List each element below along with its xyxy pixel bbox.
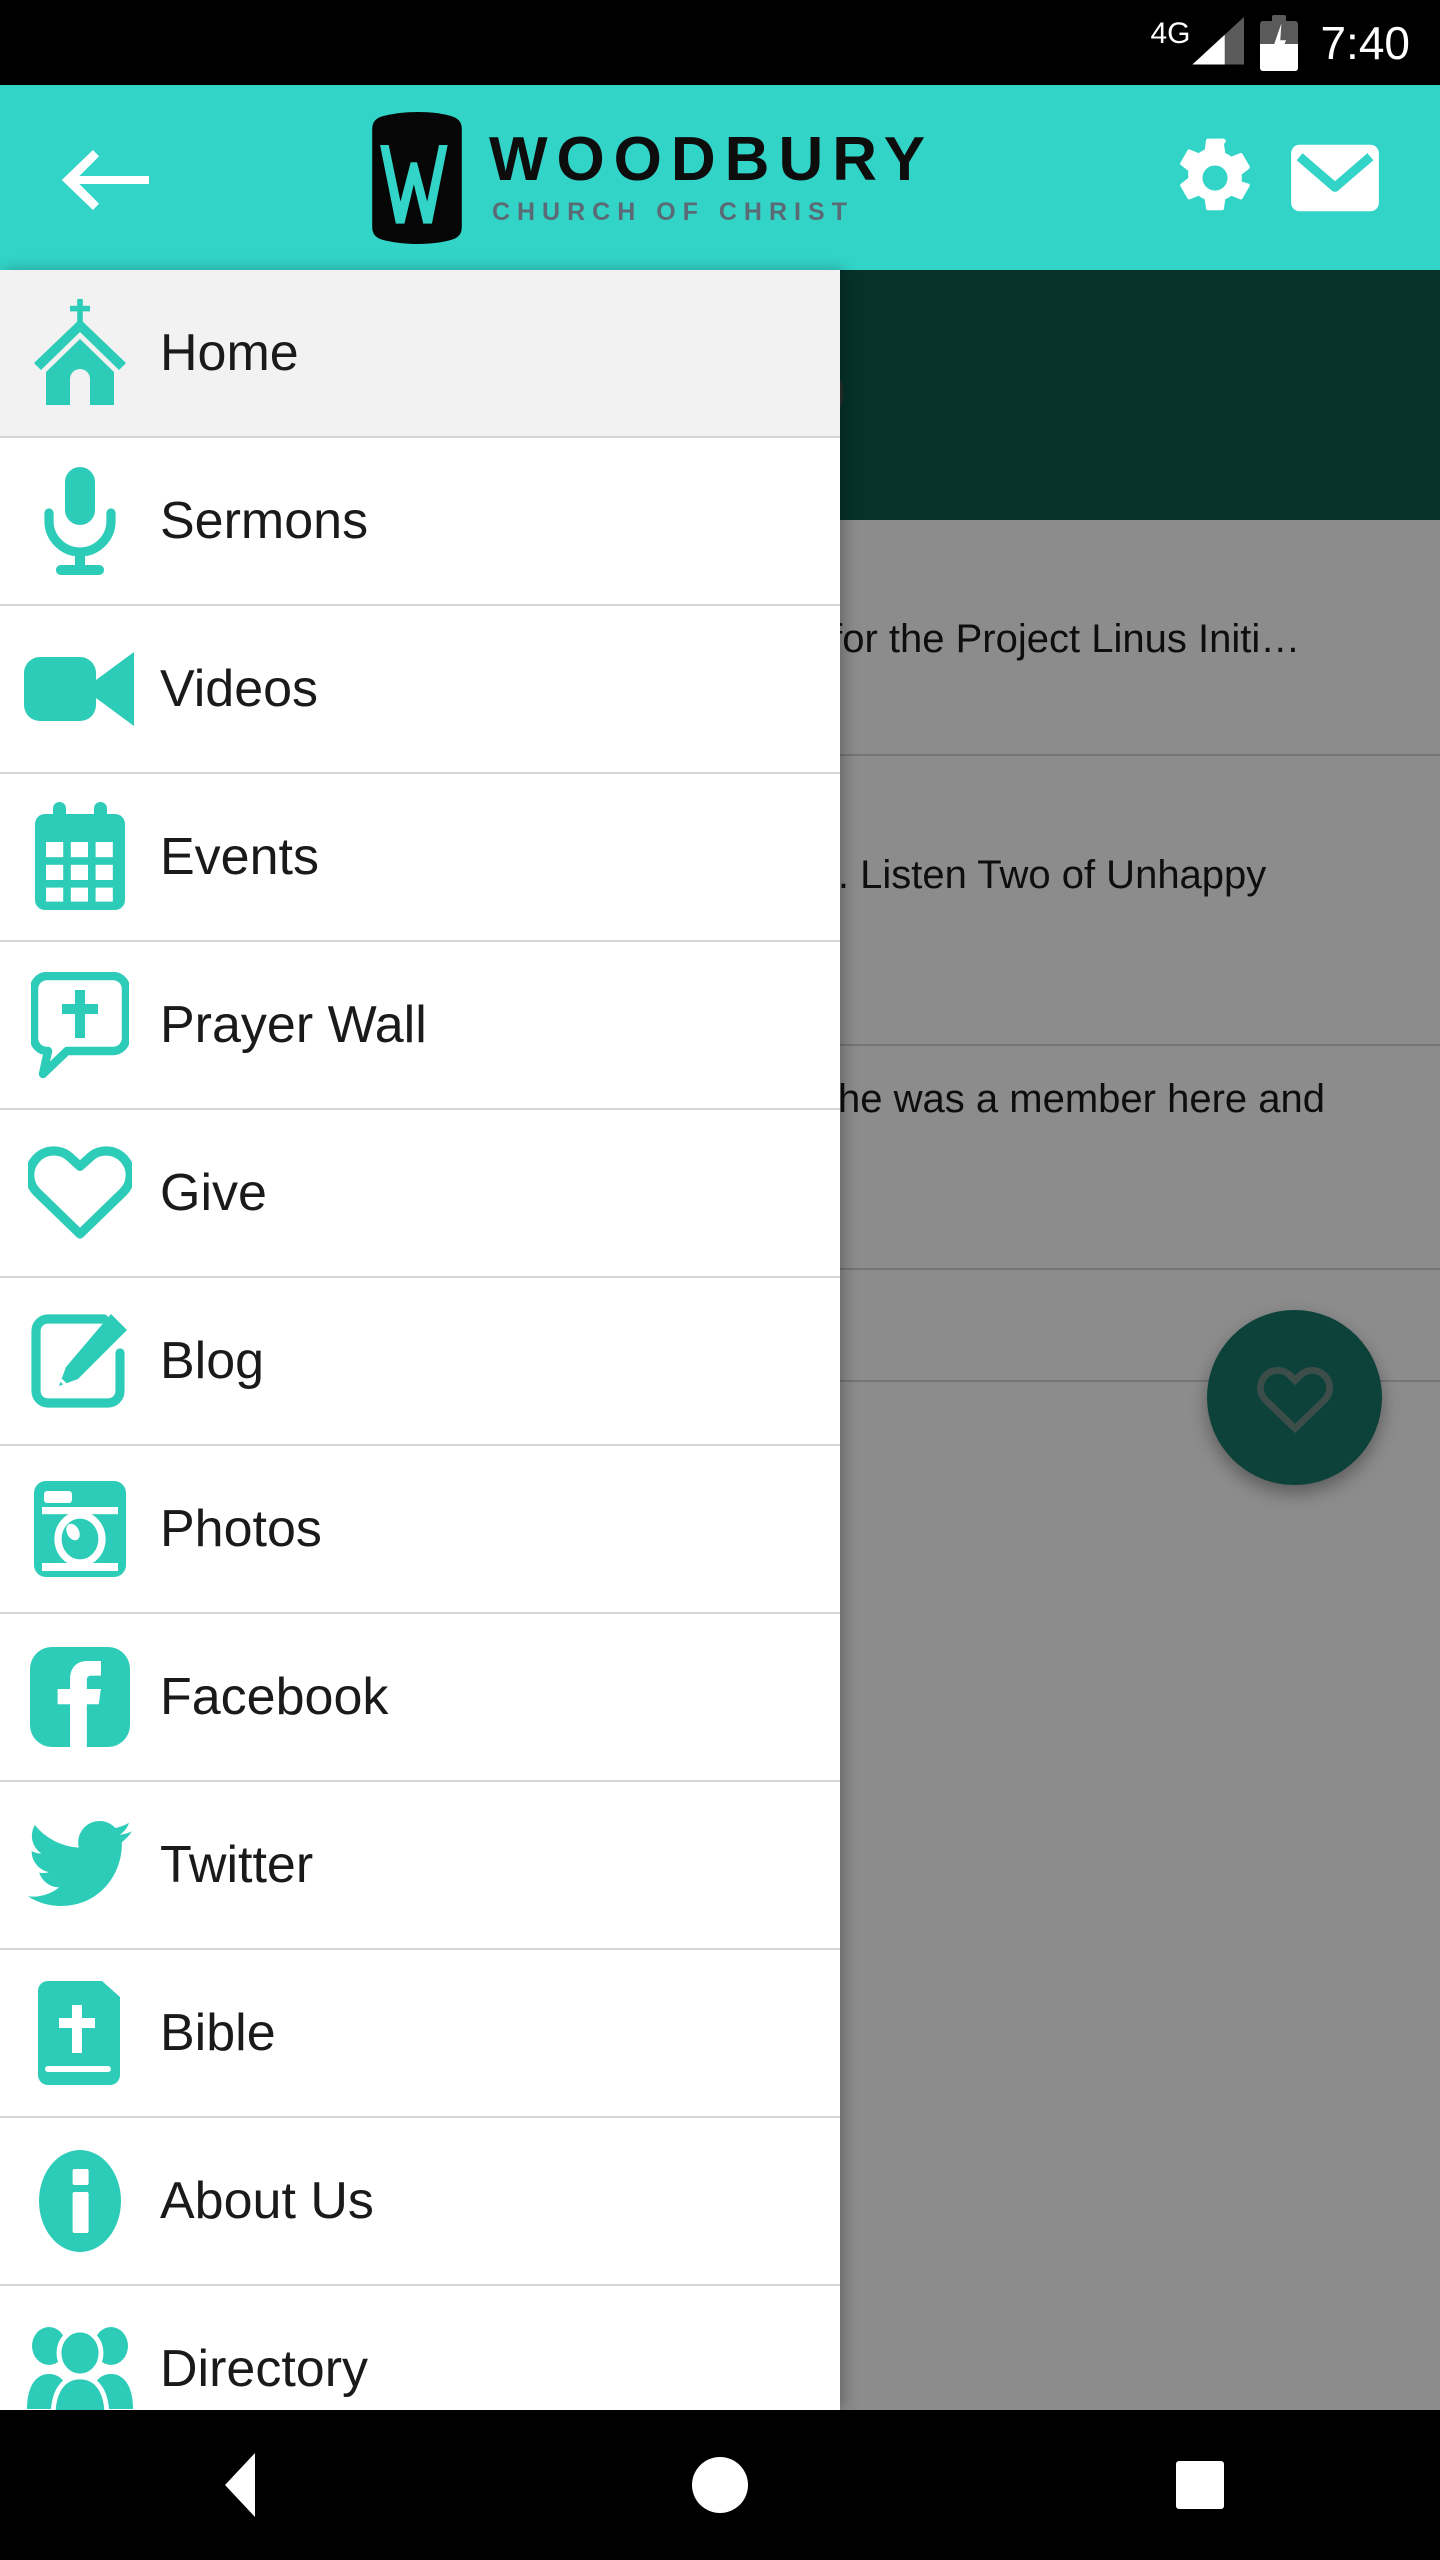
envelope-icon xyxy=(1291,144,1379,211)
status-bar: 4G 7:40 xyxy=(0,0,1440,85)
sidebar-item-label: About Us xyxy=(160,2172,374,2230)
sidebar-item-label: Prayer Wall xyxy=(160,996,427,1054)
bible-book-icon xyxy=(0,1977,160,2089)
brand-subtitle-label: CHURCH OF CHRIST xyxy=(491,197,854,226)
pencil-edit-icon xyxy=(0,1309,160,1413)
favorite-fab-button[interactable] xyxy=(1207,1310,1382,1485)
heart-outline-icon xyxy=(0,1146,160,1240)
gear-icon xyxy=(1180,137,1250,210)
messages-button[interactable] xyxy=(1275,118,1395,238)
sidebar-item-about-us[interactable]: About Us xyxy=(0,2118,840,2286)
sidebar-item-twitter[interactable]: Twitter xyxy=(0,1782,840,1950)
sidebar-item-give[interactable]: Give xyxy=(0,1110,840,1278)
microphone-icon xyxy=(0,465,160,577)
system-home-button[interactable] xyxy=(620,2410,820,2560)
circle-home-icon xyxy=(692,2457,748,2513)
sidebar-item-prayer-wall[interactable]: Prayer Wall xyxy=(0,942,840,1110)
sidebar-item-label: Facebook xyxy=(160,1668,389,1726)
network-indicator: 4G xyxy=(1150,16,1245,69)
system-navigation-bar xyxy=(0,2410,1440,2560)
system-recents-button[interactable] xyxy=(1100,2410,1300,2560)
sidebar-item-bible[interactable]: Bible xyxy=(0,1950,840,2118)
sidebar-item-label: Home xyxy=(160,324,299,382)
app-bar: WOODBURY CHURCH OF CHRIST xyxy=(0,85,1440,270)
sidebar-item-label: Directory xyxy=(160,2340,369,2398)
sidebar-item-sermons[interactable]: Sermons xyxy=(0,438,840,606)
sidebar-item-photos[interactable]: Photos xyxy=(0,1446,840,1614)
triangle-back-icon xyxy=(225,2453,255,2517)
signal-strength-icon xyxy=(1192,16,1245,65)
facebook-icon xyxy=(0,1645,160,1749)
camera-icon xyxy=(0,1477,160,1581)
sidebar-item-facebook[interactable]: Facebook xyxy=(0,1614,840,1782)
sidebar-item-label: Videos xyxy=(160,660,319,718)
sidebar-item-home[interactable]: Home xyxy=(0,270,840,438)
prayer-bubble-icon xyxy=(0,972,160,1078)
sidebar-item-label: Sermons xyxy=(160,492,369,550)
sidebar-item-label: Blog xyxy=(160,1332,265,1390)
clock-label: 7:40 xyxy=(1320,16,1410,69)
sidebar-item-label: Twitter xyxy=(160,1836,314,1894)
network-type-label: 4G xyxy=(1150,16,1191,50)
battery-charging-icon xyxy=(1260,14,1299,71)
system-back-button[interactable] xyxy=(140,2410,340,2560)
church-icon xyxy=(0,297,160,409)
sidebar-item-label: Bible xyxy=(160,2004,276,2062)
app-bar-actions xyxy=(1155,118,1440,238)
video-camera-icon xyxy=(0,647,160,731)
navigation-drawer[interactable]: Home Sermons Videos Events Prayer Wall G… xyxy=(0,270,840,2410)
sidebar-item-label: Events xyxy=(160,828,319,886)
sidebar-item-blog[interactable]: Blog xyxy=(0,1278,840,1446)
sidebar-item-videos[interactable]: Videos xyxy=(0,606,840,774)
people-group-icon xyxy=(0,2321,160,2410)
twitter-bird-icon xyxy=(0,1819,160,1911)
info-circle-icon xyxy=(0,2148,160,2254)
brand-name-label: WOODBURY xyxy=(488,124,935,194)
sidebar-item-directory[interactable]: Directory xyxy=(0,2286,840,2410)
sidebar-item-label: Give xyxy=(160,1164,267,1222)
woodbury-mark-icon xyxy=(372,111,462,244)
arrow-left-icon xyxy=(61,149,149,210)
brand-logo: WOODBURY CHURCH OF CHRIST xyxy=(140,111,1155,244)
sidebar-item-label: Photos xyxy=(160,1500,322,1558)
square-recents-icon xyxy=(1176,2461,1224,2509)
sidebar-item-events[interactable]: Events xyxy=(0,774,840,942)
settings-button[interactable] xyxy=(1155,118,1275,238)
calendar-icon xyxy=(0,802,160,912)
heart-outline-icon xyxy=(1256,1366,1333,1433)
